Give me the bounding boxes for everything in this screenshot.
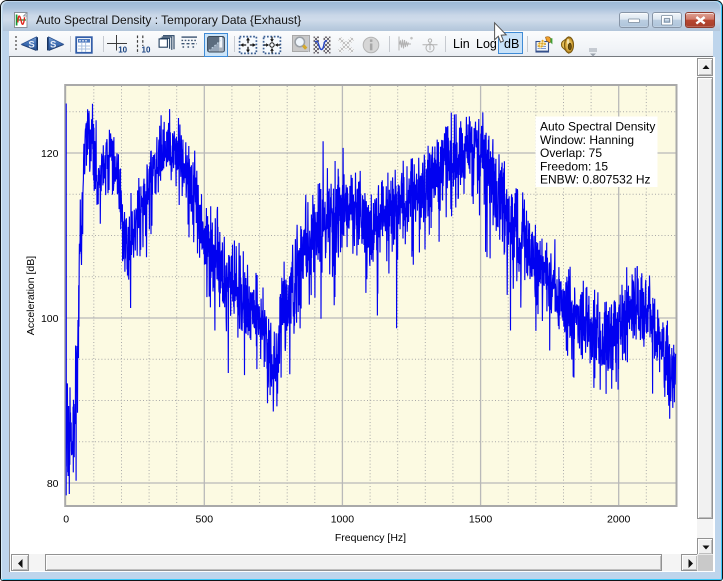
svg-text:10: 10 bbox=[118, 45, 127, 54]
svg-text:Frequency [Hz]: Frequency [Hz] bbox=[334, 532, 405, 544]
svg-text:ENBW: 0.807532 Hz: ENBW: 0.807532 Hz bbox=[540, 173, 651, 187]
svg-text:100: 100 bbox=[40, 313, 58, 325]
svg-text:1000: 1000 bbox=[330, 514, 354, 526]
svg-text:2000: 2000 bbox=[607, 514, 631, 526]
svg-text:Auto Spectral Density: Auto Spectral Density bbox=[540, 120, 655, 134]
svg-text:80: 80 bbox=[46, 478, 58, 490]
svg-text:120: 120 bbox=[40, 148, 58, 160]
svg-text:Window: Hanning: Window: Hanning bbox=[540, 133, 634, 147]
svg-text:Overlap: 75: Overlap: 75 bbox=[540, 146, 602, 160]
svg-text:1500: 1500 bbox=[468, 514, 492, 526]
svg-text:S: S bbox=[50, 39, 56, 50]
svg-text:S: S bbox=[28, 39, 34, 50]
svg-text:0: 0 bbox=[63, 514, 69, 526]
svg-text:Freedom: 15: Freedom: 15 bbox=[540, 159, 608, 173]
svg-text:Acceleration [dB]: Acceleration [dB] bbox=[25, 256, 37, 335]
svg-text:10: 10 bbox=[141, 45, 150, 54]
svg-text:500: 500 bbox=[195, 514, 213, 526]
